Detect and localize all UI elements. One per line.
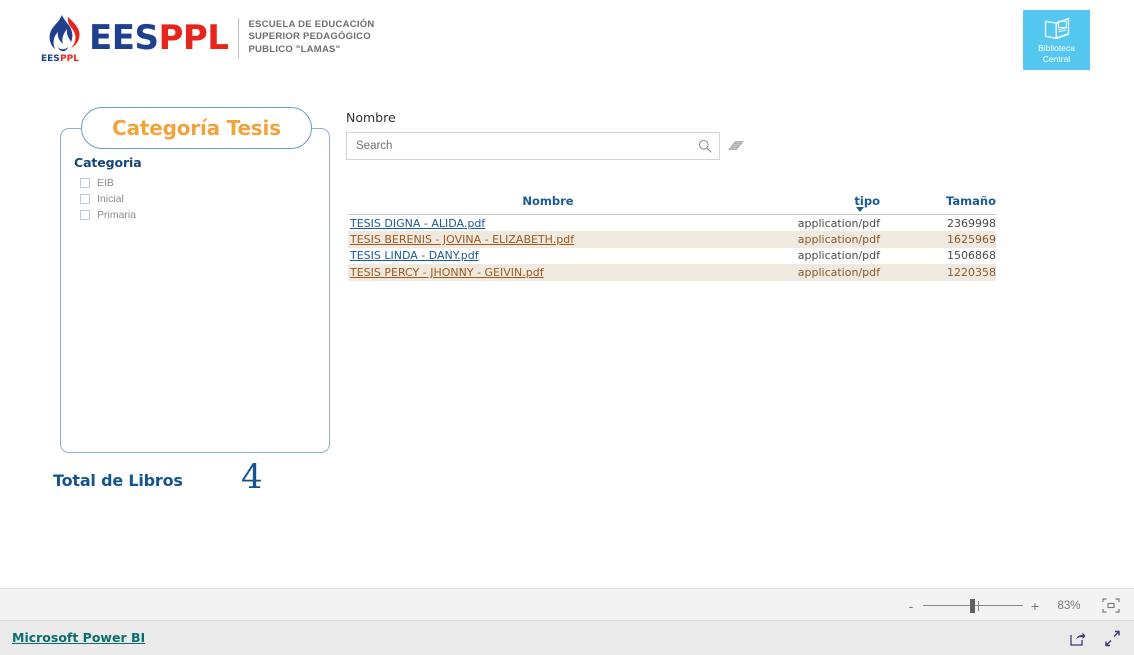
power-bi-link[interactable]: Microsoft Power BI [12,630,145,645]
search-field-label: Nombre [346,110,396,125]
file-link[interactable]: TESIS PERCY - JHONNY - GEIVIN.pdf [350,266,544,279]
file-link[interactable]: TESIS LINDA - DANY.pdf [350,249,479,262]
svg-text:EES: EES [41,54,60,64]
cell-tamano: 1220358 [888,264,996,281]
open-book-icon [1044,17,1069,40]
slicer-field-header: Categoria [74,155,142,170]
table-header: Nombre tipo Tamaño [348,194,996,215]
biblioteca-label-line-2: Central [1042,53,1071,64]
column-header-tipo-label: tipo [854,194,880,208]
cell-tipo: application/pdf [797,249,880,263]
search-box [346,132,720,160]
institution-logo: EES PPL EESPPL ESCUELA DE EDUCACIÓN SUPE… [38,10,375,65]
slicer-item-primaria[interactable]: Primaria [80,207,314,223]
zoom-slider[interactable] [923,598,1023,613]
zoom-slider-handle[interactable] [970,598,975,613]
biblioteca-label: Biblioteca Central [1038,43,1075,64]
svg-text:PPL: PPL [60,54,79,64]
fullscreen-button[interactable] [1104,630,1121,647]
slicer-content: Categoria EIB Inicial Primaria [74,155,314,223]
flame-torch-icon: EES PPL [38,12,88,64]
slicer-item-inicial[interactable]: Inicial [80,191,314,207]
search-input[interactable] [346,132,720,160]
sort-descending-icon [856,207,864,212]
zoom-percent-label: 83% [1057,599,1081,612]
table-row[interactable]: TESIS BERENIS - JOVINA - ELIZABETH.pdf a… [348,231,996,248]
share-button[interactable] [1069,630,1086,647]
cell-tamano: 1625969 [888,231,996,248]
slicer-title-text: Categoría Tesis [112,116,281,140]
bottom-toolbar: - + 83% [0,588,1134,621]
total-books-label: Total de Libros [53,471,183,490]
table-row[interactable]: TESIS LINDA - DANY.pdf application/pdf 1… [348,248,996,265]
slicer-item-label: EIB [97,177,114,189]
zoom-control: - + 83% [903,589,1089,622]
clear-search-button[interactable] [726,137,746,155]
power-bi-report-page: EES PPL EESPPL ESCUELA DE EDUCACIÓN SUPE… [0,0,1134,655]
subtitle-line-3: PUBLICO "LAMAS" [248,43,341,55]
cell-tamano: 2369998 [947,216,996,230]
report-canvas: EES PPL EESPPL ESCUELA DE EDUCACIÓN SUPE… [0,0,1134,588]
subtitle-line-2: SUPERIOR PEDAGÓGICO [248,31,371,43]
column-header-tamano[interactable]: Tamaño [888,194,996,215]
fit-to-page-icon [1102,598,1120,613]
logo-divider [238,17,240,58]
checkbox-icon[interactable] [80,210,90,220]
cell-tamano: 1506868 [947,249,996,263]
table-header-row: Nombre tipo Tamaño [348,194,996,215]
share-icon [1070,632,1086,646]
eraser-icon [728,141,744,150]
total-books-card: Total de Libros 4 [53,457,333,508]
files-table: Nombre tipo Tamaño TESIS DIGNA - ALIDA.p… [348,194,996,281]
slicer-title-pill: Categoría Tesis [81,107,312,149]
logo-word-ees: EES [89,17,159,58]
slicer-item-eib[interactable]: EIB [80,175,314,191]
total-books-value: 4 [241,457,263,497]
column-header-nombre[interactable]: Nombre [348,194,748,215]
biblioteca-central-button[interactable]: Biblioteca Central [1023,10,1090,70]
zoom-slider-tick [978,600,979,611]
cell-tipo: application/pdf [748,231,888,248]
fit-to-page-button[interactable] [1102,598,1120,613]
cell-tipo: application/pdf [797,216,880,230]
table-body: TESIS DIGNA - ALIDA.pdf application/pdf … [348,215,996,281]
subtitle-line-1: ESCUELA DE EDUCACIÓN [248,18,375,30]
zoom-out-button[interactable]: - [903,599,919,613]
checkbox-icon[interactable] [80,178,90,188]
zoom-in-button[interactable]: + [1027,599,1043,613]
fullscreen-icon [1105,630,1120,647]
file-link[interactable]: TESIS BERENIS - JOVINA - ELIZABETH.pdf [350,233,574,246]
slicer-item-label: Inicial [97,193,124,205]
logo-wordmark: EESPPL [89,17,229,58]
table-row[interactable]: TESIS DIGNA - ALIDA.pdf application/pdf … [348,215,996,232]
logo-word-ppl: PPL [158,17,229,58]
checkbox-icon[interactable] [80,194,90,204]
report-footer: Microsoft Power BI [0,621,1134,655]
biblioteca-label-line-1: Biblioteca [1038,43,1075,53]
column-header-tipo[interactable]: tipo [748,194,888,215]
table-row[interactable]: TESIS PERCY - JHONNY - GEIVIN.pdf applic… [348,264,996,281]
file-link[interactable]: TESIS DIGNA - ALIDA.pdf [350,217,485,230]
slicer-item-label: Primaria [97,209,137,221]
cell-tipo: application/pdf [748,264,888,281]
institution-subtitle: ESCUELA DE EDUCACIÓN SUPERIOR PEDAGÓGICO… [248,19,374,57]
